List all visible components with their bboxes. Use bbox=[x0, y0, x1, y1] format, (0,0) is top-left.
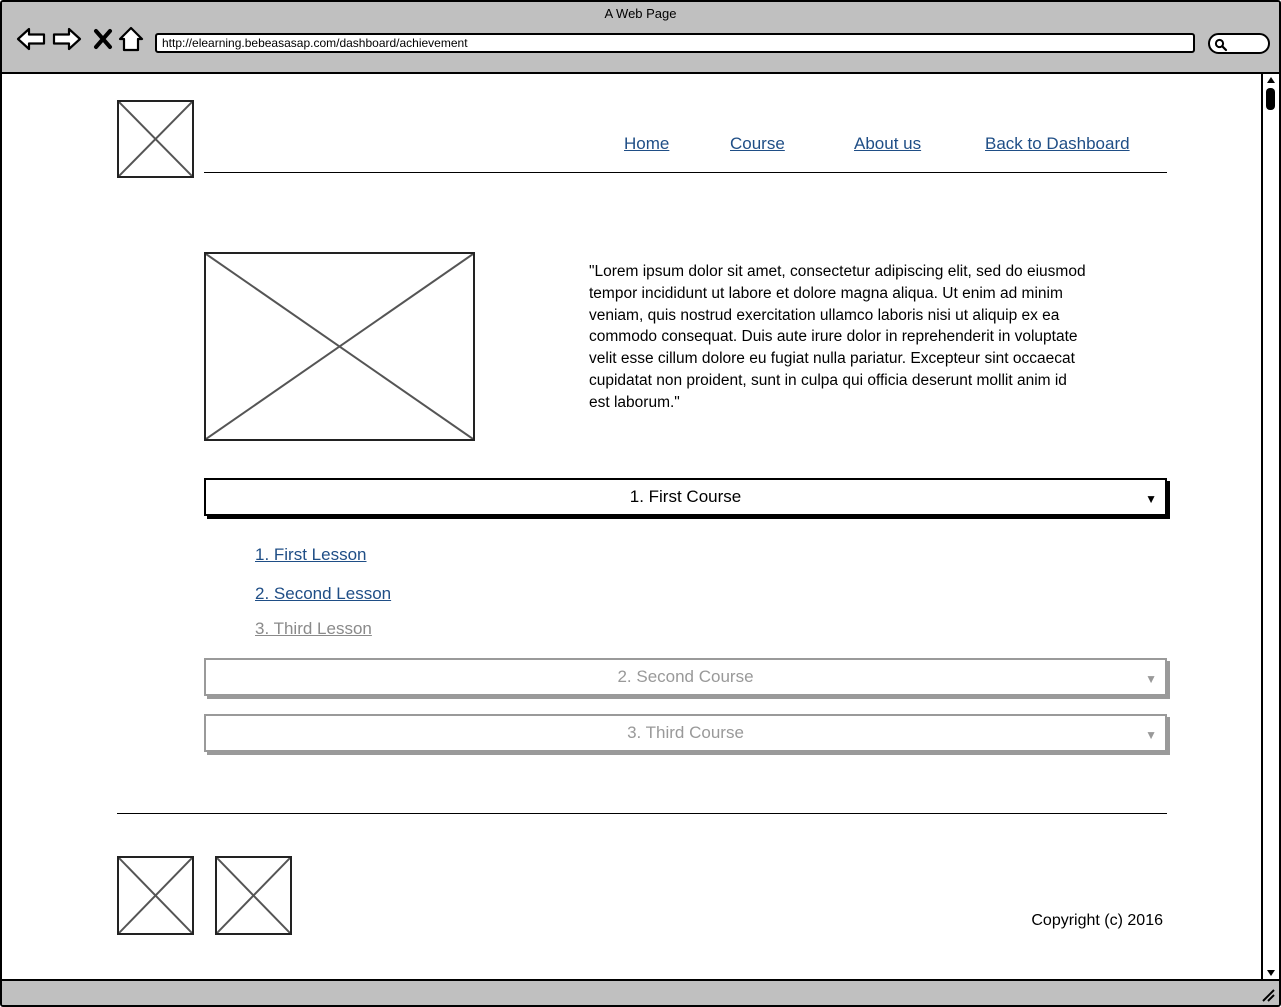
window-title: A Web Page bbox=[604, 6, 677, 21]
main-navigation: Home Course About us Back to Dashboard bbox=[2, 134, 1202, 158]
vertical-scrollbar[interactable] bbox=[1261, 74, 1279, 979]
course-label: 3. Third Course bbox=[627, 723, 744, 742]
close-icon[interactable] bbox=[88, 24, 118, 54]
course-accordion-third[interactable]: 3. Third Course ▼ bbox=[204, 714, 1167, 752]
scroll-down-icon[interactable] bbox=[1266, 969, 1276, 977]
back-arrow-icon[interactable] bbox=[16, 24, 46, 54]
course-accordion-second[interactable]: 2. Second Course ▼ bbox=[204, 658, 1167, 696]
lesson-link-first[interactable]: 1. First Lesson bbox=[255, 545, 367, 565]
home-icon[interactable] bbox=[116, 24, 146, 54]
chevron-down-icon: ▼ bbox=[1145, 728, 1157, 742]
hero-image-placeholder bbox=[204, 252, 475, 441]
intro-text: "Lorem ipsum dolor sit amet, consectetur… bbox=[589, 263, 1086, 411]
lesson-link-second[interactable]: 2. Second Lesson bbox=[255, 584, 391, 604]
search-icon bbox=[1214, 38, 1228, 52]
nav-dashboard-link[interactable]: Back to Dashboard bbox=[985, 134, 1130, 154]
search-box[interactable] bbox=[1208, 33, 1270, 54]
chevron-down-icon: ▼ bbox=[1145, 672, 1157, 686]
scrollbar-thumb[interactable] bbox=[1266, 88, 1275, 110]
scroll-up-icon[interactable] bbox=[1266, 76, 1276, 84]
lesson-link-third[interactable]: 3. Third Lesson bbox=[255, 619, 372, 639]
nav-home-link[interactable]: Home bbox=[624, 134, 669, 154]
browser-toolbar: A Web Page http://elearning.bebeasasap.c… bbox=[2, 2, 1279, 74]
footer-divider bbox=[117, 813, 1167, 814]
chevron-down-icon: ▼ bbox=[1145, 492, 1157, 506]
address-bar[interactable]: http://elearning.bebeasasap.com/dashboar… bbox=[155, 33, 1195, 53]
forward-arrow-icon[interactable] bbox=[52, 24, 82, 54]
course-accordion-first[interactable]: 1. First Course ▼ bbox=[204, 478, 1167, 516]
course-label: 1. First Course bbox=[629, 487, 742, 506]
copyright-text: Copyright (c) 2016 bbox=[1031, 912, 1163, 929]
course-label: 2. Second Course bbox=[617, 667, 754, 686]
status-bar bbox=[2, 979, 1279, 1005]
footer-logo-placeholder bbox=[215, 856, 292, 935]
nav-course-link[interactable]: Course bbox=[730, 134, 785, 154]
nav-about-link[interactable]: About us bbox=[854, 134, 921, 154]
resize-grip-icon[interactable] bbox=[1261, 988, 1275, 1002]
footer-logo-placeholder bbox=[117, 856, 194, 935]
browser-window: A Web Page http://elearning.bebeasasap.c… bbox=[0, 0, 1281, 1007]
header-divider bbox=[204, 172, 1167, 173]
